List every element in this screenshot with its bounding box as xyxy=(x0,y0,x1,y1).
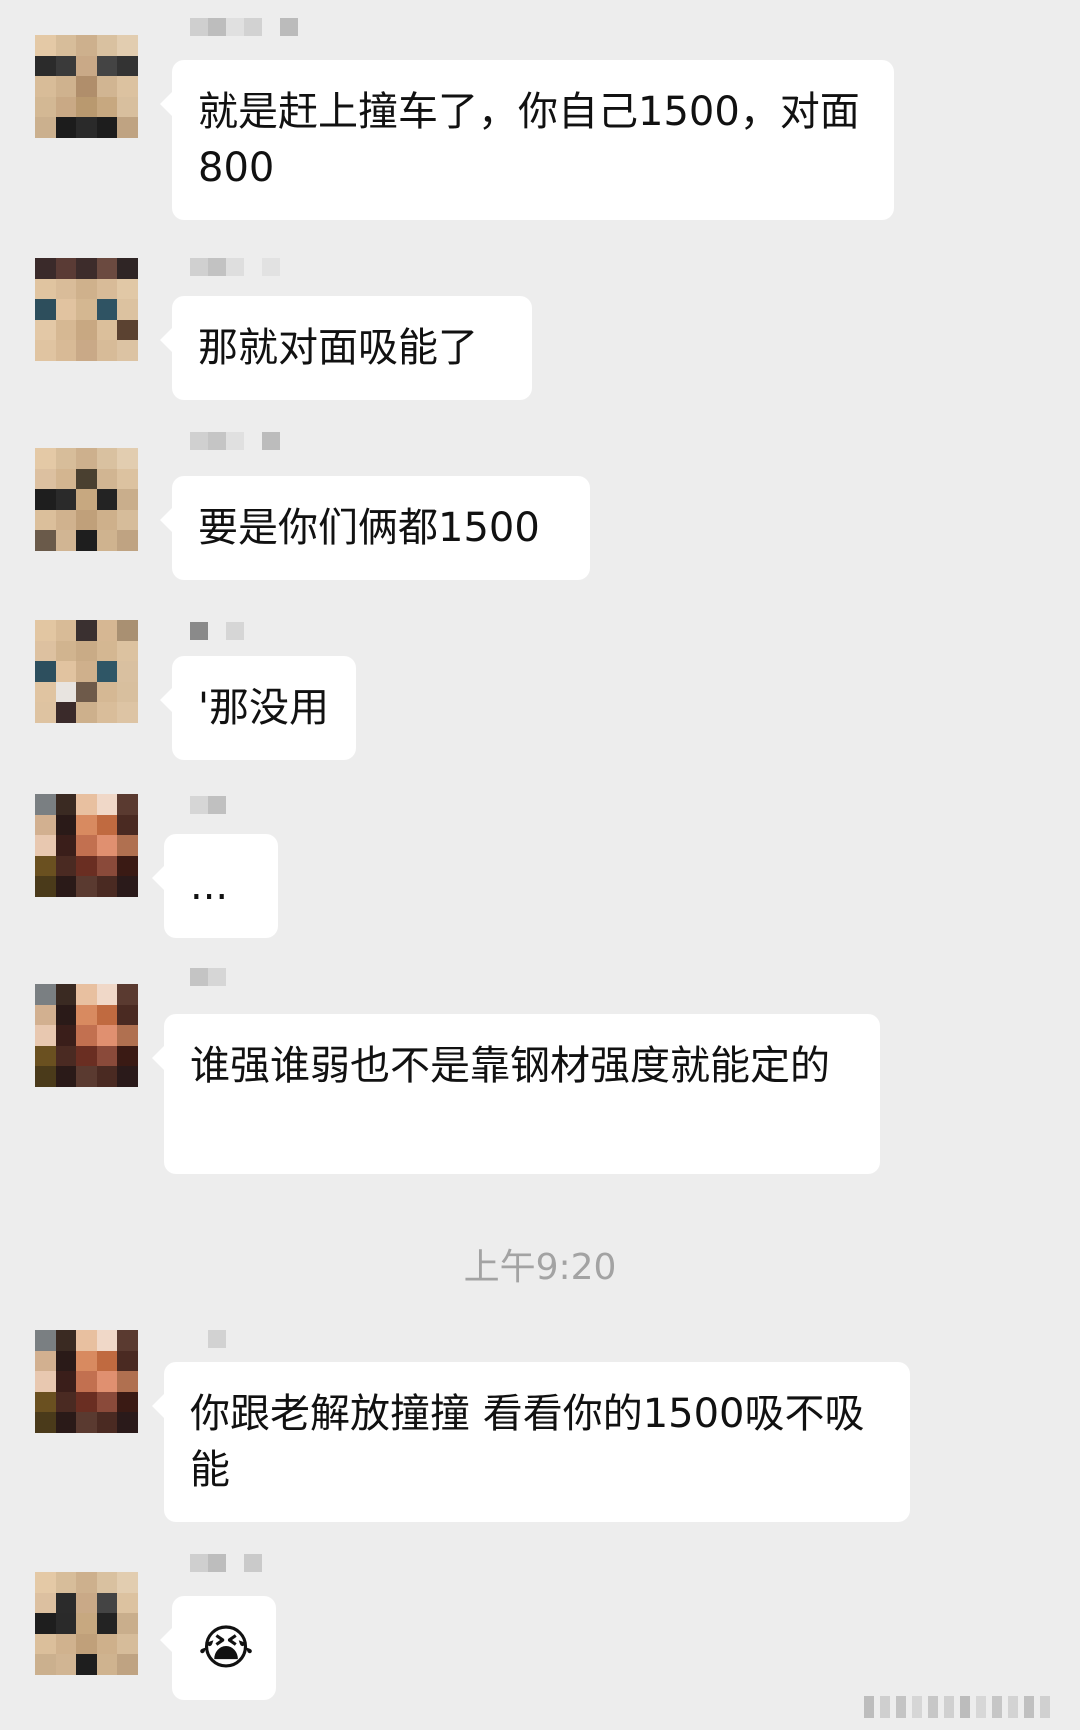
avatar[interactable] xyxy=(35,620,138,723)
crying-face-icon: 😭 xyxy=(198,1620,255,1676)
sender-name xyxy=(190,622,244,658)
message-text: 你跟老解放撞撞 看看你的1500吸不吸能 xyxy=(190,1391,865,1493)
sender-name xyxy=(190,18,298,54)
message-text: ... xyxy=(190,863,229,909)
sender-name xyxy=(190,796,226,832)
avatar[interactable] xyxy=(35,984,138,1087)
message-bubble[interactable]: 你跟老解放撞撞 看看你的1500吸不吸能 xyxy=(152,1362,910,1522)
avatar[interactable] xyxy=(35,794,138,897)
message-text: 就是赶上撞车了，你自己1500，对面800 xyxy=(198,89,860,191)
avatar[interactable] xyxy=(35,1572,138,1675)
avatar[interactable] xyxy=(35,1330,138,1433)
sender-name xyxy=(190,1554,262,1590)
avatar[interactable] xyxy=(35,258,138,361)
message-bubble[interactable]: 那就对面吸能了 xyxy=(160,296,532,400)
watermark xyxy=(864,1696,1050,1718)
sender-name xyxy=(190,432,280,468)
message-text: 要是你们俩都1500 xyxy=(198,505,540,551)
message-bubble[interactable]: 谁强谁弱也不是靠钢材强度就能定的 xyxy=(152,1014,880,1174)
message-text: 谁强谁弱也不是靠钢材强度就能定的 xyxy=(190,1043,830,1089)
sender-name xyxy=(190,968,226,1004)
message-bubble[interactable]: ... xyxy=(152,834,278,938)
message-bubble[interactable]: 就是赶上撞车了，你自己1500，对面800 xyxy=(160,60,894,220)
avatar[interactable] xyxy=(35,35,138,138)
message-bubble[interactable]: 😭 xyxy=(160,1596,276,1700)
avatar[interactable] xyxy=(35,448,138,551)
message-text: '那没用 xyxy=(198,685,329,731)
message-bubble[interactable]: 要是你们俩都1500 xyxy=(160,476,590,580)
sender-name xyxy=(190,258,280,294)
message-text: 那就对面吸能了 xyxy=(198,325,478,371)
message-bubble[interactable]: '那没用 xyxy=(160,656,356,760)
sender-name xyxy=(190,1330,226,1366)
timestamp: 上午9:20 xyxy=(463,1247,617,1288)
